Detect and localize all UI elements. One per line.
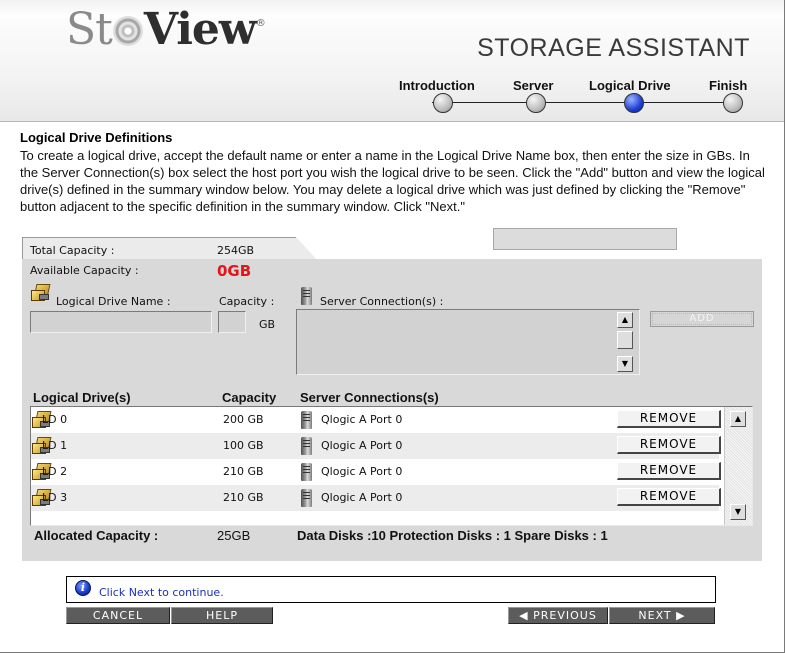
remove-button[interactable]: REMOVE [617, 488, 721, 506]
cancel-button[interactable]: CANCEL [66, 607, 170, 624]
server-list-scroll-down[interactable]: ▼ [617, 356, 633, 372]
table-row: LD 0 200 GB Qlogic A Port 0 REMOVE [31, 407, 721, 433]
header: St View ® STORAGE ASSISTANT Introduction… [0, 0, 784, 122]
step-introduction: Introduction [399, 78, 475, 93]
table-row: LD 3 210 GB Qlogic A Port 0 REMOVE [31, 485, 721, 511]
wizard-window: St View ® STORAGE ASSISTANT Introduction… [0, 0, 785, 653]
remove-button[interactable]: REMOVE [617, 436, 721, 454]
drive-capacity: 100 GB [223, 439, 264, 452]
table-row: LD 2 210 GB Qlogic A Port 0 REMOVE [31, 459, 721, 485]
drives-table-header: Logical Drive(s) Capacity Server Connect… [30, 388, 754, 406]
disc-icon [112, 16, 143, 46]
table-row: LD 1 100 GB Qlogic A Port 0 REMOVE [31, 433, 721, 459]
section-title: Logical Drive Definitions [20, 130, 173, 145]
column-header-drive: Logical Drive(s) [33, 390, 131, 405]
remove-button[interactable]: REMOVE [617, 410, 721, 428]
drive-connection: Qlogic A Port 0 [321, 413, 403, 426]
drive-capacity: 210 GB [223, 491, 264, 504]
available-capacity-value: 0GB [217, 262, 252, 280]
server-icon [301, 489, 312, 507]
server-list-scroll-thumb[interactable] [617, 331, 633, 349]
server-list-scroll-up[interactable]: ▲ [617, 312, 633, 328]
capacity-input[interactable] [218, 311, 246, 333]
column-header-connections: Server Connections(s) [300, 390, 439, 405]
logo-text-end: View [143, 4, 257, 55]
server-icon [301, 463, 312, 481]
step-logical-drive: Logical Drive [589, 78, 671, 93]
logo-text-start: St [66, 4, 113, 55]
drive-name: LD 1 [42, 439, 68, 452]
instructions-text: To create a logical drive, accept the de… [20, 148, 765, 214]
drive-connection: Qlogic A Port 0 [321, 439, 403, 452]
drives-list-scroll-up[interactable]: ▲ [730, 411, 746, 427]
drive-capacity: 210 GB [223, 465, 264, 478]
disks-summary: Data Disks :10 Protection Disks : 1 Spar… [297, 528, 608, 543]
allocated-capacity-value: 25GB [217, 528, 251, 543]
column-header-capacity: Capacity [222, 390, 277, 405]
server-icon [301, 411, 312, 429]
total-capacity-value: 254GB [217, 244, 255, 257]
steps-track [432, 102, 734, 103]
drives-list: LD 0 200 GB Qlogic A Port 0 REMOVE LD 1 … [30, 406, 753, 526]
drives-list-scroll-down[interactable]: ▼ [730, 504, 746, 520]
step-indicator-finish [723, 93, 743, 113]
capacity-label: Capacity : [219, 295, 275, 308]
drive-name: LD 2 [42, 465, 68, 478]
previous-button[interactable]: ◀ PREVIOUS [508, 607, 608, 624]
step-indicator-server [526, 93, 546, 113]
next-button[interactable]: NEXT ▶ [609, 607, 715, 624]
step-indicator-introduction [433, 93, 453, 113]
capacity-unit: GB [259, 318, 276, 331]
info-icon: i [75, 580, 91, 596]
drives-list-scrollbar[interactable]: ▲ ▼ [724, 407, 752, 525]
status-box [493, 228, 677, 250]
message-text: Click Next to continue. [99, 586, 224, 599]
total-capacity-label: Total Capacity : [30, 244, 115, 257]
remove-button[interactable]: REMOVE [617, 462, 721, 480]
message-box: i Click Next to continue. [66, 576, 716, 603]
step-finish: Finish [709, 78, 748, 93]
server-icon [301, 287, 312, 305]
add-button[interactable]: ADD [650, 311, 754, 327]
drive-name: LD 3 [42, 491, 68, 504]
starview-logo: St View ® [66, 4, 266, 60]
server-connections-list[interactable] [296, 309, 640, 375]
step-server: Server [513, 78, 554, 93]
app-title: STORAGE ASSISTANT [477, 34, 750, 62]
step-indicator-logical-drive-active [624, 93, 644, 113]
logical-drive-name-input[interactable] [30, 311, 212, 333]
drive-capacity: 200 GB [223, 413, 264, 426]
server-connections-label: Server Connection(s) : [320, 295, 444, 308]
help-button[interactable]: HELP [171, 607, 273, 624]
drive-connection: Qlogic A Port 0 [321, 491, 403, 504]
available-capacity-label: Available Capacity : [30, 264, 139, 277]
drive-connection: Qlogic A Port 0 [321, 465, 403, 478]
registered-mark: ® [255, 18, 266, 29]
logical-drive-name-label: Logical Drive Name : [56, 295, 171, 308]
logical-drive-icon [31, 284, 51, 302]
drive-name: LD 0 [42, 413, 68, 426]
allocated-capacity-label: Allocated Capacity : [34, 528, 159, 543]
server-icon [301, 437, 312, 455]
